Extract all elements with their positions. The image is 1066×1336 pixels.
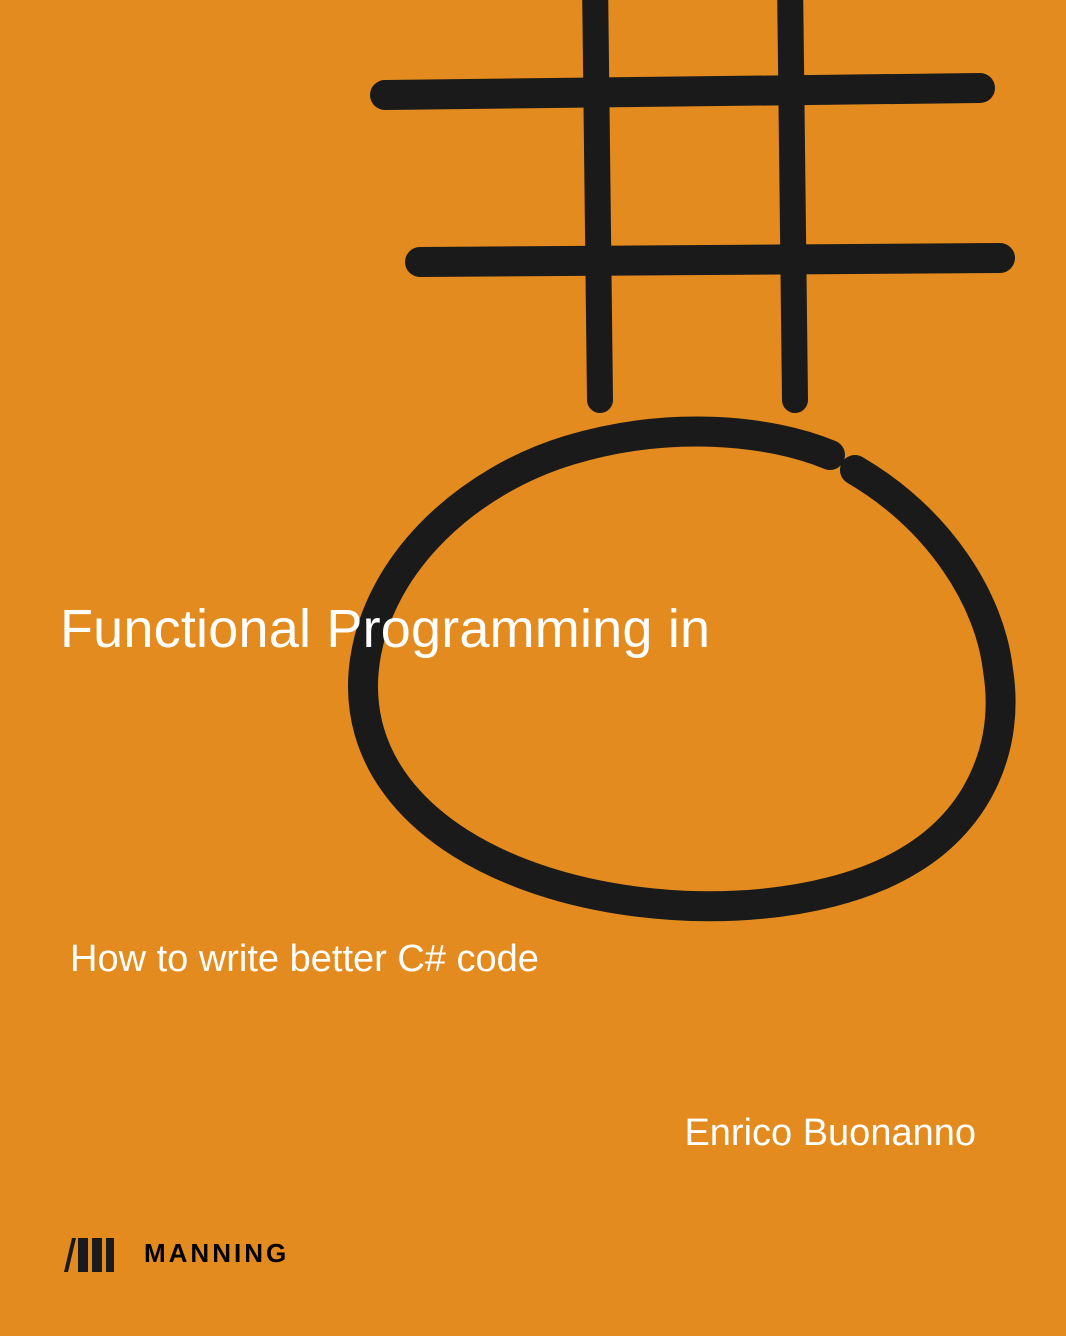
- publisher-block: MANNING: [62, 1232, 289, 1274]
- book-title: Functional Programming in: [60, 598, 710, 660]
- manning-logo-icon: [62, 1232, 130, 1274]
- book-subtitle: How to write better C# code: [70, 938, 539, 981]
- publisher-name: MANNING: [144, 1238, 289, 1269]
- author-name: Enrico Buonanno: [684, 1112, 976, 1155]
